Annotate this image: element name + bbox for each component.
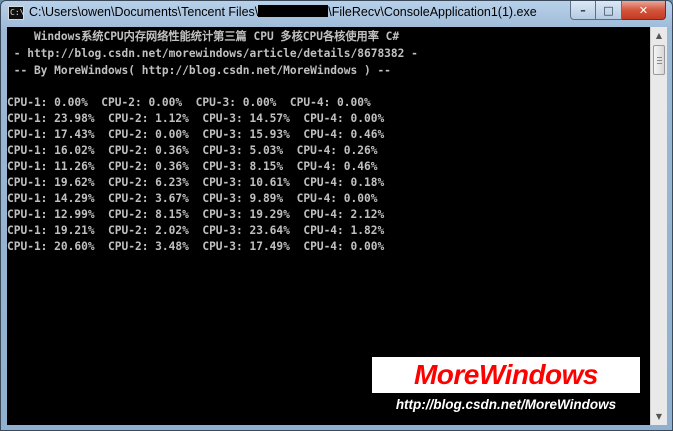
redacted-block: [258, 5, 329, 17]
vertical-scrollbar[interactable]: ▲ ▼: [650, 27, 667, 425]
console-header-line: - http://blog.csdn.net/morewindows/artic…: [7, 47, 418, 60]
cpu-reading-line: CPU-1: 14.29% CPU-2: 3.67% CPU-3: 9.89% …: [7, 192, 378, 205]
close-button[interactable]: ✕: [622, 1, 666, 20]
watermark-title: MoreWindows: [413, 359, 599, 390]
cpu-reading-line: CPU-1: 17.43% CPU-2: 0.00% CPU-3: 15.93%…: [7, 128, 385, 141]
cpu-reading-line: CPU-1: 23.98% CPU-2: 1.12% CPU-3: 14.57%…: [7, 112, 385, 125]
scroll-up-arrow-icon[interactable]: ▲: [651, 27, 667, 44]
title-path-suffix: \FileRecv\ConsoleApplication1(1).exe: [328, 5, 537, 19]
watermark-url: http://blog.csdn.net/MoreWindows: [372, 393, 640, 417]
cpu-reading-line: CPU-1: 20.60% CPU-2: 3.48% CPU-3: 17.49%…: [7, 240, 385, 253]
cpu-reading-line: CPU-1: 11.26% CPU-2: 0.36% CPU-3: 8.15% …: [7, 160, 378, 173]
console-header-line: Windows系统CPU内存网络性能统计第三篇 CPU 多核CPU各核使用率 C…: [7, 30, 400, 43]
morewindows-watermark: MoreWindows http://blog.csdn.net/MoreWin…: [370, 355, 642, 419]
window-title: C:\Users\owen\Documents\Tencent Files\ \F…: [29, 5, 537, 19]
console-app-icon[interactable]: C:\: [8, 6, 24, 20]
scrollbar-thumb[interactable]: [653, 45, 665, 75]
title-path-prefix: C:\Users\owen\Documents\Tencent Files\: [29, 5, 259, 19]
grip-line: [657, 63, 662, 64]
maximize-button[interactable]: □: [596, 1, 622, 20]
scroll-down-arrow-icon[interactable]: ▼: [651, 408, 667, 425]
cpu-reading-line: CPU-1: 0.00% CPU-2: 0.00% CPU-3: 0.00% C…: [7, 96, 371, 109]
console-window: C:\ C:\Users\owen\Documents\Tencent File…: [0, 0, 673, 431]
minimize-button[interactable]: –: [570, 1, 596, 20]
cpu-reading-line: CPU-1: 12.99% CPU-2: 8.15% CPU-3: 19.29%…: [7, 208, 385, 221]
grip-line: [657, 60, 662, 61]
window-controls: – □ ✕: [570, 1, 666, 21]
cpu-reading-line: CPU-1: 16.02% CPU-2: 0.36% CPU-3: 5.03% …: [7, 144, 378, 157]
cpu-reading-line: CPU-1: 19.62% CPU-2: 6.23% CPU-3: 10.61%…: [7, 176, 385, 189]
cpu-reading-line: CPU-1: 19.21% CPU-2: 2.02% CPU-3: 23.64%…: [7, 224, 385, 237]
grip-line: [657, 57, 662, 58]
title-bar[interactable]: C:\ C:\Users\owen\Documents\Tencent File…: [1, 1, 672, 27]
console-header-line: -- By MoreWindows( http://blog.csdn.net/…: [7, 64, 391, 77]
